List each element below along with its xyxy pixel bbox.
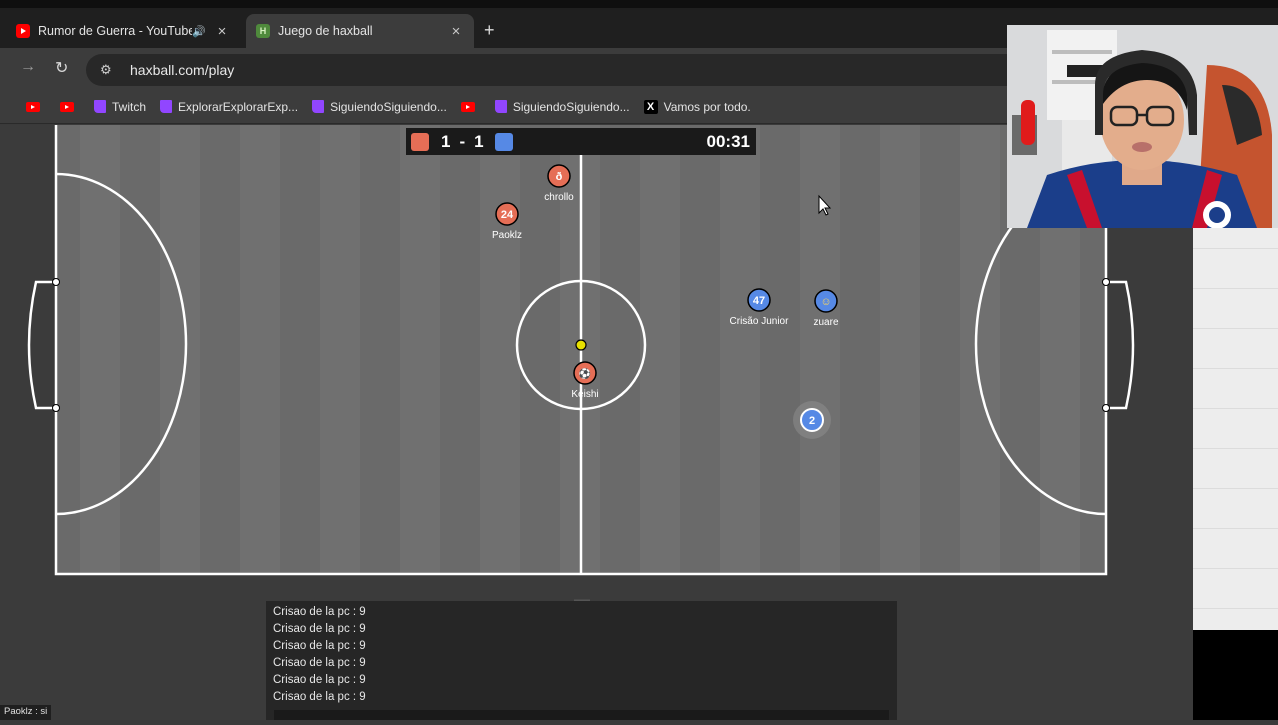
player-name: Paoklz <box>492 230 522 241</box>
tab-title: Juego de haxball <box>278 24 373 38</box>
bookmark-item[interactable] <box>60 101 80 112</box>
bookmark-label: Twitch <box>112 99 147 114</box>
bookmark-item[interactable]: ExplorarExplorarExp... <box>160 100 298 114</box>
url-text: haxball.com/play <box>130 62 235 78</box>
blue-team-icon <box>494 132 513 151</box>
match-timer: 00:31 <box>706 131 750 151</box>
site-info-icon[interactable]: ⚙ <box>100 62 118 78</box>
blue-score: 1 <box>474 131 484 151</box>
chat-message: Crisao de la pc : 9 <box>273 657 366 669</box>
player-self: 2 <box>793 401 831 439</box>
tab-haxball[interactable]: H Juego de haxball × <box>246 14 474 48</box>
chat-message: Crisao de la pc : 9 <box>273 640 366 652</box>
twitch-icon <box>312 100 325 113</box>
score-separator: - <box>459 131 466 151</box>
bookmark-item[interactable]: Twitch <box>94 100 146 114</box>
streamer-webcam-image <box>1007 25 1278 228</box>
bookmark-label: ExplorarExplorarExp... <box>178 99 299 114</box>
chat-message: Crisao de la pc : 9 <box>273 606 366 618</box>
twitch-icon <box>494 100 507 113</box>
tab-title: Rumor de Guerra - YouTube <box>38 24 193 38</box>
chat-message: Crisao de la pc : 9 <box>273 691 366 703</box>
player-number: 2 <box>809 415 815 427</box>
frame-corner <box>1193 630 1278 720</box>
player-number: ⚽ <box>578 367 591 380</box>
bookmark-label: SiguiendoSiguiendo... <box>512 99 630 114</box>
bookmark-item[interactable]: SiguiendoSiguiendo... <box>312 100 447 114</box>
close-tab-icon[interactable]: × <box>214 23 230 40</box>
chat-input[interactable] <box>274 710 889 720</box>
player-number: 24 <box>501 209 514 221</box>
scoreboard: 1 - 1 00:31 <box>406 128 756 155</box>
player-number: ☺ <box>820 296 831 308</box>
side-panel <box>1193 228 1278 630</box>
twitch-icon <box>160 100 173 113</box>
chat-message: Crisao de la pc : 9 <box>273 674 366 686</box>
x-icon: X <box>643 99 658 114</box>
youtube-icon <box>60 101 74 112</box>
new-tab-button[interactable]: + <box>484 20 495 41</box>
webcam-overlay <box>1007 25 1278 228</box>
tab-youtube[interactable]: Rumor de Guerra - YouTube 🔊 × <box>6 14 240 48</box>
bookmark-item[interactable]: X Vamos por todo. <box>643 99 751 114</box>
forward-icon[interactable]: → <box>20 58 36 76</box>
youtube-icon <box>460 101 475 112</box>
bookmark-item[interactable] <box>460 101 481 112</box>
window-frame <box>0 0 1278 8</box>
ball <box>575 339 587 351</box>
reload-icon[interactable]: ↻ <box>55 58 68 78</box>
youtube-icon <box>16 24 30 38</box>
bookmark-label: SiguiendoSiguiendo... <box>330 99 447 114</box>
twitch-icon <box>94 100 106 113</box>
haxball-icon: H <box>256 24 270 38</box>
player-name: Keishi <box>571 389 598 400</box>
player-name: chrollo <box>544 192 574 203</box>
status-message: Paoklz : si <box>0 705 52 720</box>
chat-message: Crisao de la pc : 9 <box>273 623 366 635</box>
player-name: zuare <box>813 317 838 328</box>
red-team-icon <box>411 132 429 151</box>
chat-panel: Crisao de la pc : 9 Crisao de la pc : 9 … <box>266 601 897 720</box>
speaker-icon[interactable]: 🔊 <box>192 25 206 38</box>
red-score: 1 <box>441 131 451 151</box>
close-tab-icon[interactable]: × <box>448 23 464 40</box>
bookmark-item[interactable] <box>26 101 46 112</box>
player-number: ð <box>556 171 563 183</box>
player-number: 47 <box>753 295 765 307</box>
bookmark-item[interactable]: SiguiendoSiguiendo... <box>494 99 630 114</box>
bookmark-label: Vamos por todo. <box>663 99 751 114</box>
youtube-icon <box>26 101 40 112</box>
player-name: Crisão Junior <box>730 316 790 327</box>
